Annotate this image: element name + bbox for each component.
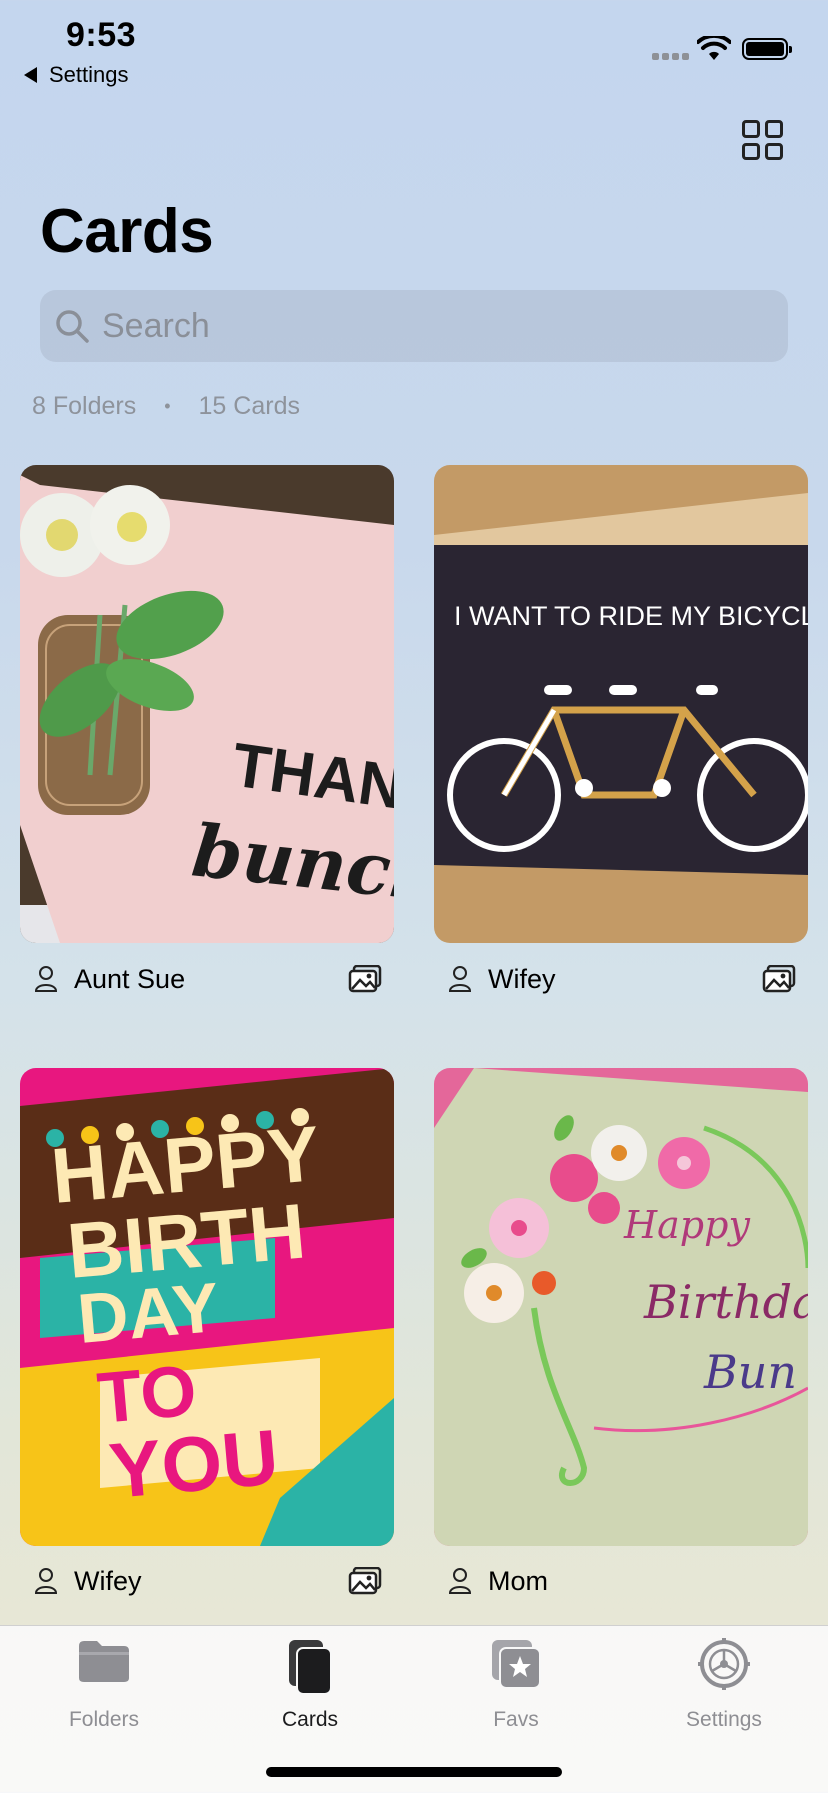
battery-icon (742, 38, 792, 60)
photos-icon[interactable] (348, 965, 382, 993)
card-meta-mom: Mom (434, 1559, 808, 1603)
search-bar[interactable] (40, 290, 788, 362)
bicycle-card-image: I WANT TO RIDE MY BICYCLE WITH YO (434, 465, 808, 943)
svg-text:YOU: YOU (106, 1413, 282, 1515)
card-recipient-name: Mom (488, 1565, 548, 1596)
card-recipient-name: Aunt Sue (74, 963, 186, 994)
folder-icon (79, 1641, 129, 1682)
card-thumbnail-mom[interactable]: Happy Birthday Bun (434, 1068, 808, 1546)
tab-settings-label: Settings (686, 1708, 762, 1731)
status-time: 9:53 (66, 16, 137, 54)
back-label: Settings (49, 62, 129, 87)
page-title: Cards (40, 197, 214, 266)
favorites-icon (492, 1640, 541, 1689)
cards-count: 15 Cards (198, 392, 300, 420)
search-icon (56, 310, 89, 343)
grid-view-toggle-icon[interactable] (742, 120, 783, 160)
quilled-birthday-card-image: Happy Birthday Bun (434, 1068, 808, 1546)
cellular-signal-icon (652, 53, 689, 60)
tab-folders[interactable]: Folders (14, 1626, 194, 1746)
svg-text:DAY: DAY (75, 1268, 223, 1358)
card-meta-wifey: Wifey (434, 957, 808, 1001)
tab-settings[interactable]: Settings (634, 1626, 814, 1746)
happy-birthday-card-image: HAPPY BIRTH DAY TO YOU (20, 1068, 394, 1546)
collection-summary: 8 Folders • 15 Cards (32, 392, 300, 421)
card-recipient-name: Wifey (488, 963, 556, 994)
person-icon (448, 966, 472, 992)
svg-text:I WANT TO RIDE MY BICYCLE WITH: I WANT TO RIDE MY BICYCLE WITH YO (454, 601, 808, 631)
card-meta-wifey: Wifey (20, 1559, 394, 1603)
folders-count: 8 Folders (32, 392, 137, 420)
card-meta-aunt-sue: Aunt Sue (20, 957, 394, 1001)
tab-folders-label: Folders (68, 1708, 140, 1731)
status-bar: 9:53 Settings (0, 0, 828, 100)
card-thumbnail-aunt-sue[interactable]: THANK bunch (20, 465, 394, 943)
back-to-settings-link[interactable]: Settings (24, 62, 129, 88)
card-thumbnail-wifey-bicycle[interactable]: I WANT TO RIDE MY BICYCLE WITH YO (434, 465, 808, 943)
home-indicator[interactable] (266, 1767, 562, 1777)
tab-favs[interactable]: Favs (426, 1626, 606, 1746)
settings-icon (698, 1638, 750, 1690)
person-icon (34, 1568, 58, 1594)
back-arrow-icon (24, 67, 37, 83)
search-input[interactable] (100, 305, 744, 347)
photos-icon[interactable] (762, 965, 796, 993)
card-recipient-name: Wifey (74, 1565, 142, 1596)
person-icon (448, 1568, 472, 1594)
tab-favs-label: Favs (493, 1708, 539, 1731)
svg-text:Birthday: Birthday (643, 1275, 808, 1329)
cards-icon (289, 1640, 332, 1695)
svg-text:Happy: Happy (623, 1203, 750, 1247)
photos-icon[interactable] (348, 1567, 382, 1595)
tab-cards-label: Cards (281, 1708, 339, 1731)
separator-dot: • (164, 396, 171, 416)
thank-you-card-image: THANK bunch (20, 465, 394, 943)
wifi-icon (697, 36, 731, 60)
person-icon (34, 966, 58, 992)
tab-cards[interactable]: Cards (220, 1626, 400, 1746)
card-thumbnail-wifey-birthday[interactable]: HAPPY BIRTH DAY TO YOU (20, 1068, 394, 1546)
svg-text:Bun: Bun (703, 1345, 797, 1399)
